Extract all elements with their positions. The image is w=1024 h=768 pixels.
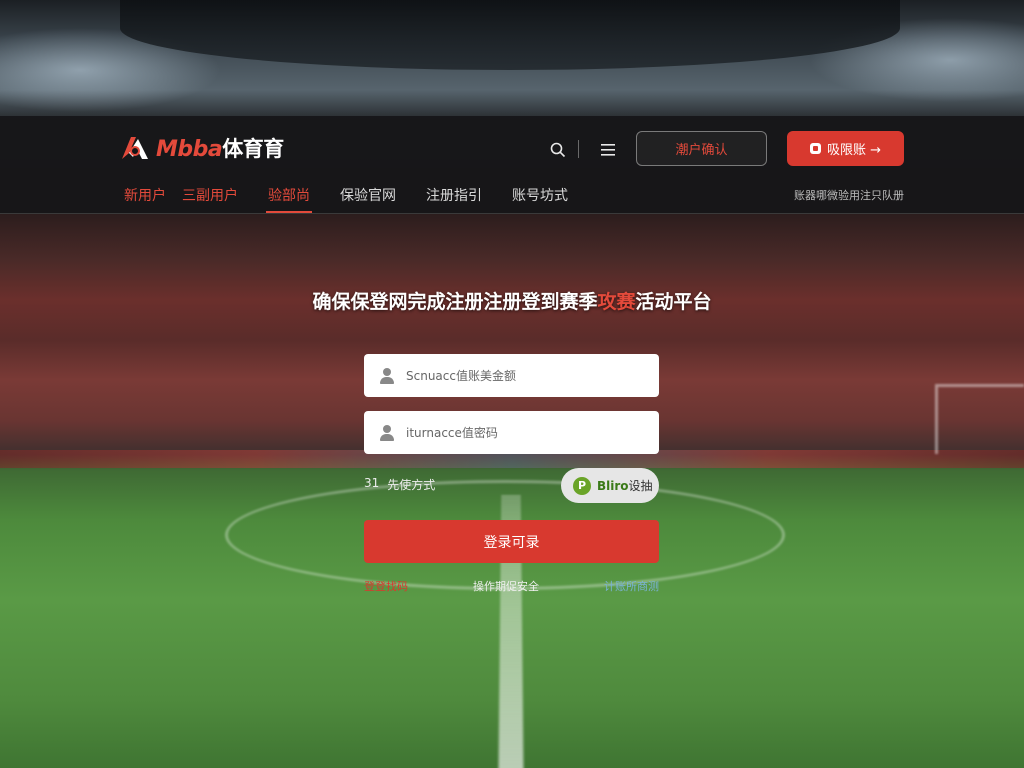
nav-item-third-user[interactable]: 三副用户 [182,185,238,205]
logo[interactable]: Mbba体育育 [118,130,284,166]
lock-icon [380,424,394,441]
password-input[interactable] [406,425,626,440]
login-button[interactable]: 潮户确认 [636,131,767,166]
method-label: 先使方式 [387,478,436,492]
goal-post [935,384,1024,454]
logo-cn: 体育育 [222,137,284,161]
headline-after: 活动平台 [635,291,712,313]
logo-latin: Mbba [156,137,223,162]
logo-text: Mbba体育育 [156,133,284,163]
nav-item-new-user[interactable]: 新用户 [124,185,166,205]
register-icon [809,143,821,154]
password-field[interactable] [364,411,659,454]
nav-notice: 账器哪微验用注只队册 [794,189,904,202]
headline-before: 确保保登网完成注册注册登到 [312,291,560,313]
quick-login-icon: P [573,476,591,495]
register-button[interactable]: 吸限账 → [787,131,904,166]
page-headline: 确保保登网完成注册注册登到赛季攻赛活动平台 [0,287,1024,314]
nav-item-account[interactable]: 账号坊式 [512,185,568,205]
quick-login-button[interactable]: P Bliro设抽 [561,468,659,503]
main-nav: 新用户 三副用户 验部尚 保验官网 注册指引 账号坊式 [124,184,598,213]
quick-login-label-cn: 设抽 [628,479,653,493]
submit-login-button[interactable]: 登录可录 [364,520,659,563]
quick-login-label: Bliro设抽 [597,477,653,494]
username-input[interactable] [406,368,626,383]
headline-accent: 攻赛 [597,291,636,313]
username-field[interactable] [364,354,659,397]
menu-icon[interactable] [598,140,618,160]
quick-login-label-en: Bliro [597,479,629,493]
user-icon [380,367,394,384]
register-label: 吸限账 → [826,143,882,158]
logo-icon [118,133,152,163]
search-icon[interactable] [548,140,568,160]
header-divider [578,140,579,158]
nav-item-official[interactable]: 保验官网 [340,185,396,205]
headline-mid: 赛季 [559,291,598,313]
account-help-link[interactable]: 计账所商测 [604,578,659,594]
stadium-roof [120,0,900,70]
login-method[interactable]: 31 先使方式 [364,476,435,493]
forgot-password-link[interactable]: 登登找码 [364,578,408,594]
security-link[interactable]: 操作期促安全 [473,578,539,594]
nav-item-verify[interactable]: 验部尚 [266,185,312,213]
method-prefix: 31 [364,476,380,490]
nav-item-register-guide[interactable]: 注册指引 [426,185,482,205]
footer-links: 登登找码 操作期促安全 计账所商测 [364,578,659,594]
